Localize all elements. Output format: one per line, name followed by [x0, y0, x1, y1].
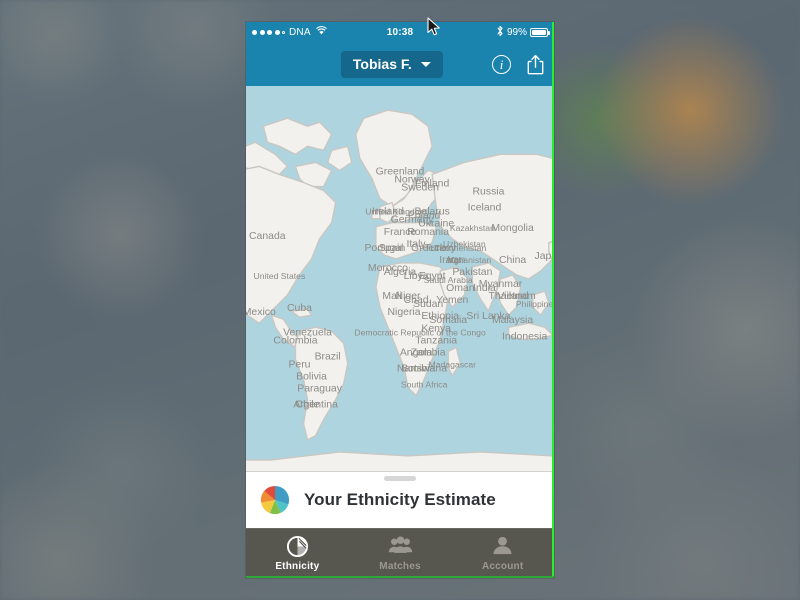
tab-bar: Ethnicity Matches Account: [246, 528, 554, 578]
map-label: Madagascar: [429, 359, 477, 369]
map-label: Myanmar: [479, 279, 523, 290]
tab-label-ethnicity: Ethnicity: [275, 561, 320, 572]
map-label: Argentina: [293, 400, 338, 411]
pie-chart-icon: [286, 535, 308, 558]
profile-name-label: Tobias F.: [352, 56, 412, 72]
share-icon[interactable]: [527, 54, 544, 75]
map-label: Philippines: [516, 299, 554, 309]
status-bar: DNA 10:38 99%: [246, 22, 554, 42]
map-label: Colombia: [273, 335, 317, 346]
map-label: Paraguay: [297, 384, 342, 395]
status-bar-right: 99%: [496, 25, 550, 40]
tab-matches[interactable]: Matches: [349, 529, 452, 578]
map-label: Iraq: [439, 255, 457, 266]
map-label: Russia: [473, 187, 505, 198]
map-label: Turkmenistan: [434, 243, 486, 253]
navigation-actions: i: [492, 54, 544, 75]
map-label: Nigeria: [387, 307, 420, 318]
map-label: Mexico: [246, 307, 276, 318]
people-icon: [388, 536, 412, 553]
map-label: Canada: [249, 231, 286, 242]
bluetooth-icon: [496, 25, 504, 40]
pie-chart-icon: [260, 485, 290, 515]
map-label: Democratic Republic of the Congo: [354, 327, 486, 337]
map-label: Iceland: [468, 203, 502, 214]
map-label: Belarus: [414, 207, 449, 218]
map-label: Sri Lanka: [466, 311, 510, 322]
map-label: Finland: [415, 179, 449, 190]
profile-selector-button[interactable]: Tobias F.: [340, 50, 443, 78]
map-label: Peru: [288, 359, 310, 370]
map-label: Morocco: [368, 263, 408, 274]
panel-title: Your Ethnicity Estimate: [304, 490, 496, 509]
map-label: Brazil: [315, 351, 341, 362]
selection-edge-right: [552, 22, 554, 578]
tab-account[interactable]: Account: [451, 529, 554, 578]
map-label: China: [499, 255, 526, 266]
chevron-down-icon: [420, 61, 431, 67]
map-label: South Africa: [401, 380, 448, 390]
world-map[interactable]: Greenland Iceland Canada United States Mexic…: [246, 86, 554, 472]
info-icon[interactable]: i: [492, 54, 511, 74]
map-label: Romania: [407, 227, 449, 238]
battery-icon: [530, 27, 550, 37]
person-icon: [493, 536, 512, 555]
phone-screen: DNA 10:38 99% Tobias F. i Greenland Icel…: [246, 22, 554, 578]
selection-edge-bottom: [246, 576, 554, 578]
battery-percentage: 99%: [506, 26, 527, 38]
map-label: Indonesia: [502, 331, 547, 342]
info-glyph: i: [499, 56, 504, 72]
map-label: Portugal: [364, 243, 403, 254]
ethnicity-estimate-panel[interactable]: Your Ethnicity Estimate: [246, 472, 554, 528]
navigation-bar: Tobias F. i: [246, 42, 554, 86]
map-label: Oman: [446, 283, 475, 294]
map-canvas: GreenlandIcelandCanadaUnited StatesMexic…: [246, 109, 554, 472]
map-label: United States: [253, 271, 305, 281]
map-label: Mongolia: [491, 223, 534, 234]
map-label: Cuba: [287, 303, 312, 314]
map-label: Bolivia: [296, 372, 327, 383]
map-label: Kazakhstan: [450, 223, 495, 233]
map-label: Zambia: [411, 347, 446, 358]
tab-ethnicity[interactable]: Ethnicity: [246, 529, 349, 578]
tab-label-matches: Matches: [379, 561, 421, 572]
tab-label-account: Account: [481, 561, 524, 572]
drag-handle[interactable]: [384, 476, 416, 481]
